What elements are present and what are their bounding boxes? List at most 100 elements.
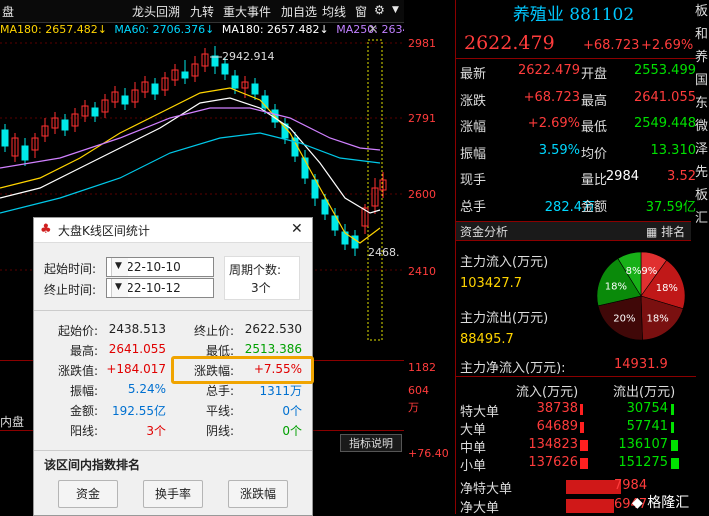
quote-value: 37.59亿 [645,199,696,215]
toolbar-button-moving-average[interactable]: 均线 [322,3,346,20]
quote-panel: 养殖业 881102 2622.479 +68.723 +2.69% 最新 262… [455,0,709,516]
side-list-item[interactable]: 和 [695,23,709,46]
watermark-logo-icon: ◆ [632,495,643,511]
divider [456,376,696,377]
turnover-rank-button[interactable]: 换手率 [143,480,203,508]
end-time-select[interactable]: 2022-10-12 ▼ [106,278,214,298]
side-list-item[interactable]: 板 [695,0,709,23]
chevron-down-icon[interactable]: ▼ [111,279,128,297]
candle-body [91,107,99,117]
pie-label: 18% [605,281,627,292]
flow-out-value: 57741 [626,419,668,434]
index-code: 881102 [569,5,635,25]
axis-label: 2600 [408,188,436,201]
candle-body [61,119,69,131]
chevron-down-icon[interactable]: ▼ [111,258,128,276]
inner-volume-label: 内盘 [0,415,25,429]
candle-body [21,145,29,161]
legend-ma180-a: MA180: 2657.482↓ [0,23,107,36]
stat-value: 192.55亿 [112,404,166,418]
candle-body [221,63,229,75]
divider [34,310,312,311]
flow-row-label: 特大单 [460,405,500,420]
quote-label: 均价 [581,146,608,162]
end-time-label: 终止时间: [44,283,97,297]
settings-icon[interactable]: ⚙ [374,3,385,17]
period-count-value: 3个 [251,281,271,295]
side-list-item[interactable]: 汇 [695,207,709,230]
stat-label: 起始价: [57,324,98,338]
side-list-item[interactable]: 板 [695,184,709,207]
period-box: 周期个数: 3个 [224,256,300,300]
flow-in-value: 38738 [536,401,578,416]
toolbar-button-leader-review[interactable]: 龙头回溯 [132,3,180,20]
start-time-select[interactable]: 2022-10-10 ▼ [106,257,214,277]
quote-label: 涨跌 [460,93,487,109]
ranking-tab[interactable]: ▦ 排名 [646,223,685,240]
candle-body [321,199,329,215]
stat-label: 总手: [205,384,234,398]
stat-label: 最高: [69,344,98,358]
stat-value: 2622.530 [244,322,302,336]
fund-analysis-title: 资金分析 [460,225,509,239]
flow-out-value: 151275 [618,455,668,470]
side-list-item[interactable]: 东 [695,92,709,115]
watermark: ◆ 格隆汇 [632,492,689,512]
flow-out-bar [671,404,674,415]
side-list-item[interactable]: 养 [695,46,709,69]
toolbar-button-nine-turn[interactable]: 九转 [190,3,214,20]
flow-out-value: 30754 [626,401,668,416]
flow-in-bar [580,440,588,451]
period-count-label: 周期个数: [229,263,282,277]
dialog-close-icon[interactable]: ✕ [291,221,303,237]
side-list-item[interactable]: 泽 [695,138,709,161]
fund-rank-button[interactable]: 资金 [58,480,118,508]
indicator-explain-button[interactable]: 指标说明 [340,434,402,452]
dropdown-icon[interactable]: ▼ [392,5,399,15]
stat-value: 2641.055 [108,342,166,356]
highlight-box [171,356,314,384]
stat-value: 0个 [282,404,302,418]
toolbar-button-window[interactable]: 窗 [355,3,367,20]
index-header: 养殖业 881102 [456,0,691,30]
index-price: 2622.479 [464,32,555,54]
legend-close-icon[interactable]: ✕ [368,22,378,36]
side-list-item[interactable]: 国 [695,69,709,92]
main-net-inflow-value: 14931.9 [614,357,668,372]
flow-in-value: 64689 [536,419,578,434]
axis-label: 2410 [408,265,436,278]
quote-label: 开盘 [581,67,608,82]
side-list-item[interactable]: 微 [695,115,709,138]
flow-out-bar [671,440,679,451]
flow-row-label: 大单 [460,423,487,438]
net-row-label: 净大单 [460,501,500,516]
candle-body [231,75,239,89]
change-rank-button[interactable]: 涨跌幅 [228,480,288,508]
stat-value: 0个 [282,424,302,438]
index-name: 养殖业 [512,5,564,25]
pie-label: 9% [641,266,657,277]
net-flow-bar [566,480,621,494]
main-outflow-label: 主力流出(万元) [460,311,549,326]
quote-label: 涨幅 [460,120,487,135]
side-list-item[interactable]: 先 [695,161,709,184]
flow-row-label: 中单 [460,441,487,456]
main-outflow-value: 88495.7 [460,332,514,347]
toolbar-button-major-events[interactable]: 重大事件 [223,3,271,20]
divider [456,58,696,59]
toolbar-button-add-watchlist[interactable]: 加自选 [281,3,317,20]
legend-ma180-b: MA180: 2657.482↓ [221,23,329,36]
quote-label: 最低 [581,120,608,135]
quote-label: 量比 [581,173,608,188]
axis-label: 2981 [408,37,436,50]
quote-value: 13.310 [650,142,697,158]
ranking-label: 排名 [661,225,686,239]
candle-body [151,83,159,95]
ma-legend: MA180: 2657.482↓ MA60: 2706.376↓ MA180: … [0,23,404,39]
axis-label: 604 [408,384,429,397]
stat-label: 阴线: [205,424,234,438]
dialog-titlebar: ♣ 大盘K线区间统计 ✕ [34,218,312,243]
low-price-label: 2468. [368,246,400,259]
pie-label: 20% [613,314,635,325]
side-list: 板和养国东微泽先板汇 [695,0,709,514]
